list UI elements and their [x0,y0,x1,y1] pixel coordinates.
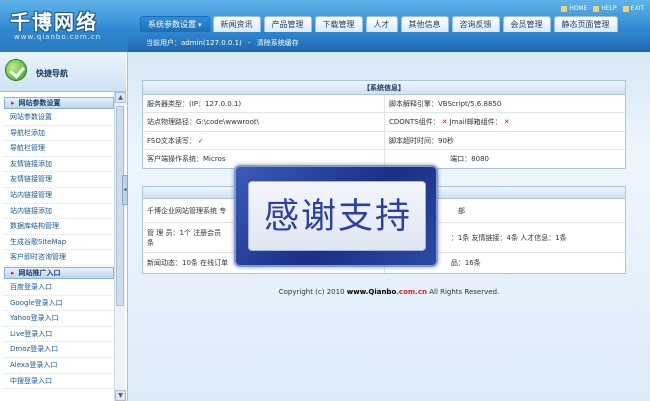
logo-title: 千博网络 [10,10,98,34]
sidebar-item[interactable]: 站内链接管理 [4,188,114,204]
tab-members[interactable]: 会员管理 [502,16,551,32]
tab-downloads[interactable]: 下载管理 [314,16,363,32]
top-links: HOME HELP EXIT [561,5,644,12]
script-timeout: 脚本超时时间：90秒 [384,132,625,149]
home-link[interactable]: HOME [561,5,587,12]
sidebar-item[interactable]: 数据库结构管理 [4,219,114,235]
sidebar-item[interactable]: Google登录入口 [4,296,114,312]
sidebar-item[interactable]: 友情链接添加 [4,157,114,173]
sidebar-item[interactable]: 友情链接管理 [4,172,114,188]
exit-link[interactable]: EXIT [622,5,644,12]
sidebar-scrollbar[interactable]: ▲ ▼ [114,92,126,401]
sidebar-menu-promotion: 百度登录入口 Google登录入口 Yahoo登录入口 Live登录入口 Dmo… [4,280,114,390]
sidebar-item[interactable]: Dmoz登录入口 [4,342,114,358]
home-icon [561,5,568,12]
sidebar: 快捷导航 ▸ 网站参数设置 网站参数设置 导航栏添加 导航栏管理 友情链接添加 友… [0,52,128,401]
thank-you-overlay: 感谢支持 [234,165,438,267]
quick-nav-label: 快捷导航 [36,69,68,78]
sidebar-item[interactable]: 导航栏添加 [4,126,114,142]
fso-status: FSO文本读写： ✓ [147,136,204,145]
scroll-thumb[interactable] [116,106,124,306]
logo-subtitle: www.qianbo.com.cn [14,33,102,41]
sidebar-item[interactable]: Alexa登录入口 [4,358,114,374]
sidebar-item[interactable]: 站内链接添加 [4,204,114,220]
overlay-text: 感谢支持 [263,197,412,237]
status-bar: 当前用户：admin(127.0.0.1) - 清除系统缓存 [128,34,650,52]
copyright-site[interactable]: www.Qianbo [347,288,397,296]
sidebar-item[interactable]: 导航栏管理 [4,141,114,157]
tab-products[interactable]: 产品管理 [263,16,312,32]
nav-tabs: 系统参数设置 ▾ 新闻资讯 产品管理 下载管理 人才 其他信息 咨询反馈 会员管理… [140,16,618,32]
arrow-right-icon: ▸ [11,99,15,107]
sidebar-item[interactable]: 中搜登录入口 [4,374,114,390]
tab-feedback[interactable]: 咨询反馈 [451,16,500,32]
tab-other-info[interactable]: 其他信息 [400,16,449,32]
logo[interactable]: 千博网络 www.qianbo.com.cn [6,6,128,46]
sidebar-section-site-settings[interactable]: ▸ 网站参数设置 [4,97,114,109]
sidebar-section-promotion[interactable]: ▸ 网站推广入口 [4,267,114,279]
scroll-up-icon[interactable]: ▲ [115,92,126,103]
help-link[interactable]: HELP [593,5,617,12]
tab-news[interactable]: 新闻资讯 [212,16,261,32]
cross-icon: ✕ [441,118,448,126]
chevron-down-icon: ▾ [198,21,202,29]
sidebar-item[interactable]: 网站参数设置 [4,110,114,126]
site-path: 站点物理路径：G:\code\wwwroot\ [147,118,259,126]
copyright: Copyright (c) 2010 www.Qianbo.com.cn All… [278,288,500,296]
sidebar-menu-site-settings: 网站参数设置 导航栏添加 导航栏管理 友情链接添加 友情链接管理 站内链接管理 … [4,110,114,266]
overlay-card: 感谢支持 [248,181,426,251]
help-icon [593,5,600,12]
components: CDONTS组件： ✕ Jmail邮箱组件： ✕ [384,113,625,131]
quick-nav: 快捷导航 [0,52,126,92]
clear-cache-link[interactable]: 清除系统缓存 [257,39,299,47]
tab-static-pages[interactable]: 静态页面管理 [553,16,618,32]
tab-talent[interactable]: 人才 [365,16,398,32]
check-icon: ✓ [197,136,204,145]
sidebar-item[interactable]: Yahoo登录入口 [4,311,114,327]
script-engine: 脚本解释引擎：VBScript/5.6.8850 [384,95,625,112]
current-user: 当前用户：admin(127.0.0.1) [146,39,242,47]
scroll-down-icon[interactable]: ▼ [115,390,126,401]
system-info-panel: 【系统信息】 服务器类型：(IP：127.0.0.1) 脚本解释引擎：VBScr… [142,80,626,169]
cross-icon: ✕ [503,118,510,126]
server-type: 服务器类型：(IP：127.0.0.1) [147,99,242,108]
sidebar-item[interactable]: 百度登录入口 [4,280,114,296]
sidebar-item[interactable]: 生成谷歌SiteMap [4,235,114,251]
arrow-right-icon: ▸ [11,269,15,277]
sidebar-item[interactable]: Live登录入口 [4,327,114,343]
system-info-title: 【系统信息】 [143,81,625,95]
exit-icon [622,5,629,12]
sidebar-item[interactable]: 客户即时咨询管理 [4,250,114,266]
tab-system-settings[interactable]: 系统参数设置 ▾ [140,16,210,32]
checkmark-icon [5,59,27,81]
